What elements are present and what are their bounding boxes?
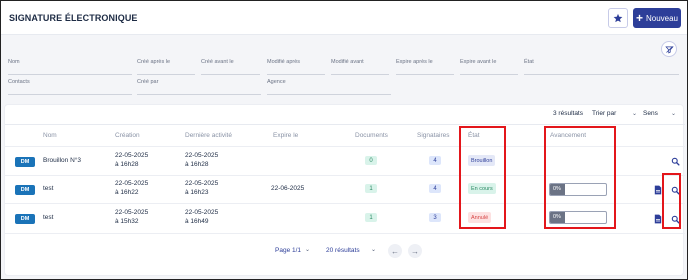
filter-expire-apres[interactable]: Expire après le: [396, 57, 454, 75]
sort-by-select[interactable]: Trier par: [592, 110, 616, 117]
created-time: à 16h22: [115, 189, 139, 196]
created-time: à 16h28: [115, 161, 139, 168]
type-badge: DM: [15, 214, 35, 224]
page-title: SIGNATURE ÉLECTRONIQUE: [9, 13, 138, 23]
arrow-left-icon: ←: [391, 246, 399, 256]
new-button[interactable]: + Nouveau: [633, 8, 681, 28]
highlight-avancement-column: [544, 126, 616, 229]
results-toolbar: 3 résultats Trier par ⌄ Sens ⌄: [5, 105, 685, 125]
documents-count: 0: [365, 156, 377, 165]
filter-etat[interactable]: État: [524, 57, 679, 75]
row-name: test: [43, 214, 54, 221]
filter-cree-apres[interactable]: Créé après le: [137, 57, 195, 75]
favorite-button[interactable]: [608, 8, 628, 28]
filter-modifie-avant[interactable]: Modifié avant: [331, 57, 389, 75]
activity-time: à 16h28: [185, 161, 209, 168]
type-badge: DM: [15, 157, 35, 167]
highlight-view-buttons: [662, 173, 681, 229]
type-badge: DM: [15, 185, 35, 195]
activity-time: à 16h49: [185, 218, 209, 225]
column-header-nom[interactable]: Nom: [43, 132, 57, 139]
filter-cree-par[interactable]: Créé par: [137, 77, 261, 95]
signataires-count: 3: [429, 213, 441, 222]
filter-icon: [664, 45, 674, 53]
sort-direction-select[interactable]: Sens: [643, 110, 658, 117]
chevron-down-icon: ⌄: [632, 111, 638, 117]
expire-date: 22-06-2025: [271, 185, 305, 192]
activity-time: à 16h23: [185, 189, 209, 196]
pagination-bar: Page 1/1 ⌄ 20 résultats ⌄ ← →: [5, 233, 685, 276]
column-header-creation[interactable]: Création: [115, 132, 140, 139]
row-name: Brouillon N°3: [43, 157, 82, 164]
new-button-label: Nouveau: [645, 13, 679, 23]
page-header: SIGNATURE ÉLECTRONIQUE + Nouveau: [1, 1, 687, 35]
filter-modifie-apres[interactable]: Modifié après: [267, 57, 325, 75]
chevron-down-icon: ⌄: [371, 247, 377, 253]
filter-toggle-button[interactable]: [661, 41, 677, 57]
documents-count: 1: [365, 213, 377, 222]
row-name: test: [43, 185, 54, 192]
next-page-button[interactable]: →: [408, 244, 422, 258]
page-select[interactable]: Page 1/1: [275, 247, 301, 254]
column-header-documents[interactable]: Documents: [355, 132, 388, 139]
documents-count: 1: [365, 184, 377, 193]
document-icon: [654, 214, 662, 223]
search-icon: [671, 157, 680, 166]
column-header-expire[interactable]: Expire le: [273, 132, 298, 139]
filter-expire-avant[interactable]: Expire avant le: [460, 57, 518, 75]
created-time: à 15h32: [115, 218, 139, 225]
chevron-down-icon: ⌄: [671, 111, 677, 117]
highlight-etat-column: [459, 126, 506, 229]
signataires-count: 4: [429, 156, 441, 165]
previous-page-button[interactable]: ←: [388, 244, 402, 258]
chevron-down-icon: ⌄: [305, 247, 311, 253]
per-page-select[interactable]: 20 résultats: [326, 247, 360, 254]
document-icon: [654, 185, 662, 194]
filter-cree-avant[interactable]: Créé avant le: [201, 57, 260, 75]
arrow-right-icon: →: [411, 246, 419, 256]
column-header-signataires[interactable]: Signataires: [417, 132, 450, 139]
view-button[interactable]: [669, 155, 681, 167]
star-icon: [613, 13, 623, 23]
column-header-last-activity[interactable]: Dernière activité: [185, 132, 232, 139]
filter-nom[interactable]: Nom: [8, 57, 132, 75]
results-count: 3 résultats: [553, 110, 583, 117]
filter-agence[interactable]: Agence: [267, 77, 391, 95]
filter-contacts[interactable]: Contacts: [8, 77, 132, 95]
signataires-count: 4: [429, 184, 441, 193]
plus-icon: +: [635, 10, 643, 25]
